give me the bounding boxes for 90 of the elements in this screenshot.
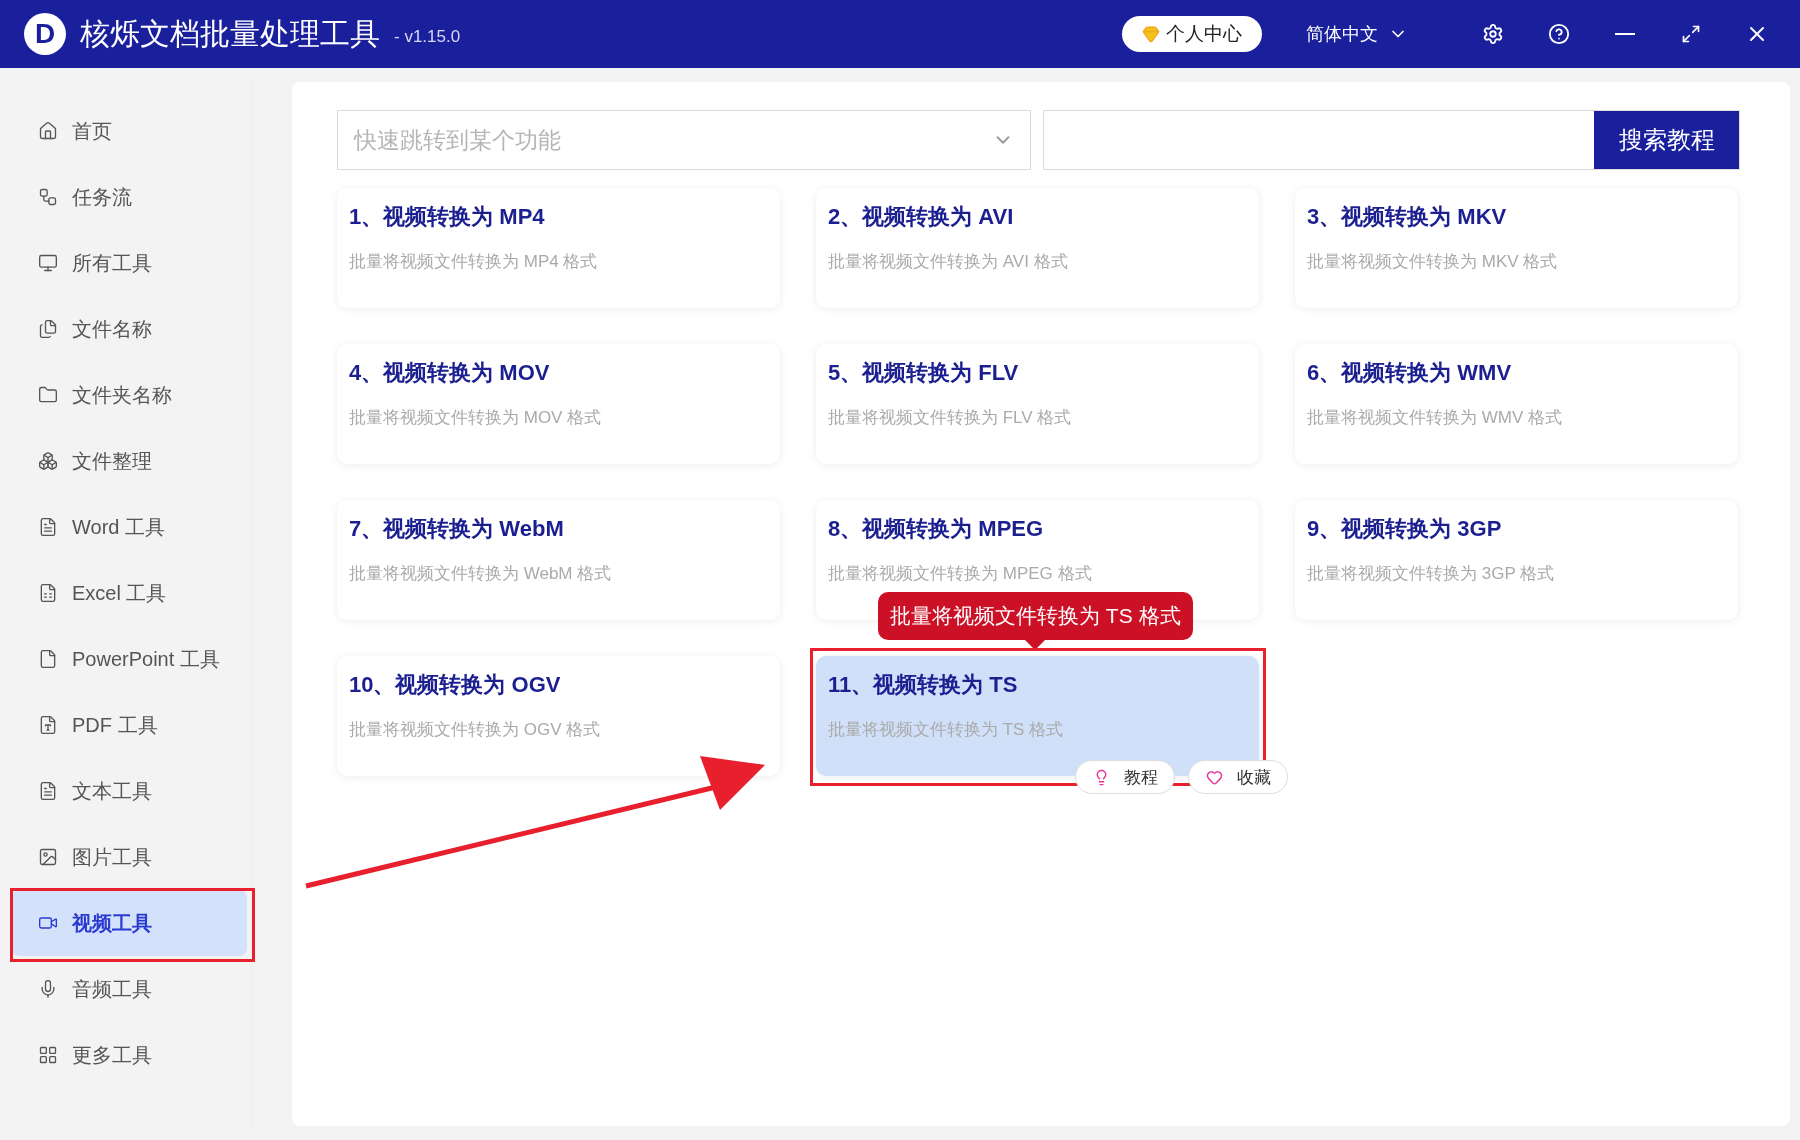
- sidebar-label: 视频工具: [72, 910, 152, 936]
- heart-icon: [1205, 768, 1223, 786]
- document-icon: [38, 715, 58, 735]
- tool-description: 批量将视频文件转换为 MPEG 格式: [828, 563, 1093, 585]
- sidebar-item[interactable]: 任务流: [12, 164, 247, 230]
- tool-title: 7、视频转换为 WebM: [349, 515, 565, 543]
- monitor-icon: [38, 253, 58, 273]
- help-icon: [1548, 23, 1570, 45]
- maximize-icon: [1681, 24, 1701, 44]
- tool-card[interactable]: 5、视频转换为 FLV 批量将视频文件转换为 FLV 格式: [816, 344, 1259, 464]
- sidebar-label: PDF 工具: [72, 712, 158, 738]
- tool-title: 5、视频转换为 FLV: [828, 359, 1020, 387]
- tool-title: 9、视频转换为 3GP: [1307, 515, 1503, 543]
- tool-description: 批量将视频文件转换为 MOV 格式: [349, 407, 603, 429]
- settings-icon: [1482, 23, 1504, 45]
- sidebar-label: 音频工具: [72, 976, 152, 1002]
- sidebar-item[interactable]: 文件夹名称: [12, 362, 247, 428]
- sidebar-label: 更多工具: [72, 1042, 152, 1068]
- window-title: 核烁文档批量处理工具: [80, 15, 380, 52]
- sidebar-item[interactable]: 首页: [12, 98, 247, 164]
- tool-title: 1、视频转换为 MP4: [349, 203, 546, 231]
- sidebar-item[interactable]: 音频工具: [12, 956, 247, 1022]
- sidebar-item[interactable]: 图片工具: [12, 824, 247, 890]
- sidebar-item[interactable]: 文件名称: [12, 296, 247, 362]
- tool-description: 批量将视频文件转换为 MP4 格式: [349, 251, 599, 273]
- tool-title: 2、视频转换为 AVI: [828, 203, 1015, 231]
- sidebar-item[interactable]: 视频工具: [12, 890, 247, 956]
- tooltip: 批量将视频文件转换为 TS 格式: [878, 592, 1193, 640]
- sidebar-label: 任务流: [72, 184, 132, 210]
- minimize-icon: [1615, 33, 1635, 35]
- image-icon: [38, 847, 58, 867]
- file-icon: [38, 649, 58, 669]
- dropdown-placeholder: 快速跳转到某个功能: [354, 125, 561, 155]
- sidebar-label: 文件夹名称: [72, 382, 172, 408]
- language-selector[interactable]: 简体中文: [1300, 21, 1414, 47]
- sidebar-item[interactable]: 文本工具: [12, 758, 247, 824]
- sidebar-item[interactable]: Excel 工具: [12, 560, 247, 626]
- gem-icon: [1142, 25, 1160, 43]
- tool-title: 8、视频转换为 MPEG: [828, 515, 1045, 543]
- sidebar-label: Excel 工具: [72, 580, 167, 606]
- sidebar-label: Word 工具: [72, 514, 165, 540]
- tool-title: 4、视频转换为 MOV: [349, 359, 551, 387]
- sidebar-label: PowerPoint 工具: [72, 646, 220, 672]
- tool-description: 批量将视频文件转换为 3GP 格式: [1307, 563, 1556, 585]
- tool-title: 3、视频转换为 MKV: [1307, 203, 1508, 231]
- tool-card[interactable]: 2、视频转换为 AVI 批量将视频文件转换为 AVI 格式: [816, 188, 1259, 308]
- document-icon: [38, 781, 58, 801]
- sidebar-label: 所有工具: [72, 250, 152, 276]
- tool-card[interactable]: 3、视频转换为 MKV 批量将视频文件转换为 MKV 格式: [1295, 188, 1738, 308]
- boxes-icon: [38, 451, 58, 471]
- favorite-button[interactable]: 收藏: [1188, 760, 1288, 794]
- tool-card[interactable]: 10、视频转换为 OGV 批量将视频文件转换为 OGV 格式: [337, 656, 780, 776]
- folder-icon: [38, 385, 58, 405]
- version-label: - v1.15.0: [394, 27, 461, 47]
- tool-description: 批量将视频文件转换为 FLV 格式: [828, 407, 1073, 429]
- sidebar-item[interactable]: Word 工具: [12, 494, 247, 560]
- tool-title: 10、视频转换为 OGV: [349, 671, 562, 699]
- tooltip-pointer: [1025, 640, 1046, 650]
- tool-title: 6、视频转换为 WMV: [1307, 359, 1513, 387]
- sidebar-item[interactable]: PDF 工具: [12, 692, 247, 758]
- tool-card[interactable]: 6、视频转换为 WMV 批量将视频文件转换为 WMV 格式: [1295, 344, 1738, 464]
- tool-description: 批量将视频文件转换为 WebM 格式: [349, 563, 613, 585]
- tool-card[interactable]: 4、视频转换为 MOV 批量将视频文件转换为 MOV 格式: [337, 344, 780, 464]
- tool-card[interactable]: 7、视频转换为 WebM 批量将视频文件转换为 WebM 格式: [337, 500, 780, 620]
- files-icon: [38, 319, 58, 339]
- tool-description: 批量将视频文件转换为 OGV 格式: [349, 719, 602, 741]
- sidebar-item[interactable]: 文件整理: [12, 428, 247, 494]
- sidebar-label: 文件名称: [72, 316, 152, 342]
- user-center-button[interactable]: 个人中心: [1122, 16, 1262, 52]
- document-icon: [38, 517, 58, 537]
- sidebar-label: 首页: [72, 118, 112, 144]
- sidebar-item[interactable]: 更多工具: [12, 1022, 247, 1088]
- tool-title: 11、视频转换为 TS: [828, 671, 1019, 699]
- tool-description: 批量将视频文件转换为 AVI 格式: [828, 251, 1069, 273]
- sidebar-label: 文件整理: [72, 448, 152, 474]
- tool-card[interactable]: 1、视频转换为 MP4 批量将视频文件转换为 MP4 格式: [337, 188, 780, 308]
- sidebar-label: 文本工具: [72, 778, 152, 804]
- tool-description: 批量将视频文件转换为 TS 格式: [828, 719, 1065, 741]
- grid-icon: [38, 1045, 58, 1065]
- sidebar-item[interactable]: 所有工具: [12, 230, 247, 296]
- app-logo: D: [24, 13, 66, 55]
- tool-description: 批量将视频文件转换为 WMV 格式: [1307, 407, 1563, 429]
- sidebar-item[interactable]: PowerPoint 工具: [12, 626, 247, 692]
- tutorial-button[interactable]: 教程: [1075, 760, 1175, 794]
- spreadsheet-icon: [38, 583, 58, 603]
- tool-card[interactable]: 9、视频转换为 3GP 批量将视频文件转换为 3GP 格式: [1295, 500, 1738, 620]
- sidebar-label: 图片工具: [72, 844, 152, 870]
- flow-icon: [38, 187, 58, 207]
- home-icon: [38, 121, 58, 141]
- tool-description: 批量将视频文件转换为 MKV 格式: [1307, 251, 1559, 273]
